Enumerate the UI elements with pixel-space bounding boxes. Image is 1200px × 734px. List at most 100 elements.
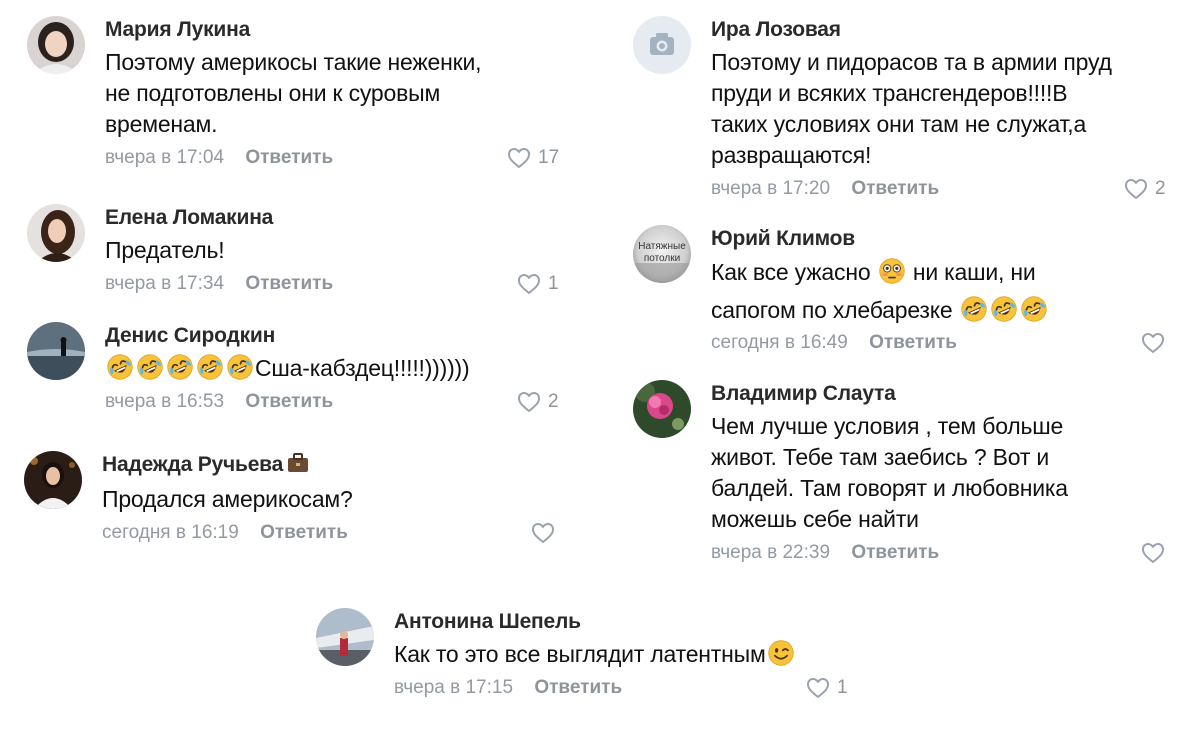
like-button[interactable] bbox=[531, 519, 555, 547]
comment-meta: вчера в 17:04 Ответить 17 bbox=[105, 144, 561, 172]
author-name[interactable]: Надежда Ручьева bbox=[102, 451, 558, 481]
timestamp: вчера в 16:53 bbox=[105, 391, 225, 412]
comment-text-line: пруди и всяких трансгендеров!!!!В bbox=[711, 80, 1068, 106]
comment-text-line: Поэтому америкосы такие неженки, bbox=[105, 49, 482, 75]
comment-meta: вчера в 17:34 Ответить 1 bbox=[105, 270, 561, 298]
comment-meta: вчера в 16:53 Ответить 2 bbox=[105, 388, 561, 416]
flushed-face-emoji-icon bbox=[878, 257, 906, 285]
like-count: 17 bbox=[538, 147, 560, 168]
user-photo-avatar-icon bbox=[316, 608, 374, 666]
like-count: 1 bbox=[548, 273, 559, 294]
comment-meta: сегодня в 16:49 Ответить bbox=[711, 329, 1171, 357]
user-photo-avatar-icon bbox=[27, 16, 85, 74]
reply-button[interactable]: Ответить bbox=[851, 539, 939, 567]
comment-text-line: Сша-кабздец!!!!!)))))) bbox=[255, 355, 470, 381]
timestamp: сегодня в 16:19 bbox=[102, 522, 239, 543]
comment-text-line: Как все ужасно ни каши, ни bbox=[711, 253, 1171, 291]
heart-icon bbox=[517, 273, 541, 295]
avatar-logo-text: Натяжные потолки bbox=[638, 241, 686, 264]
timestamp: вчера в 17:04 bbox=[105, 147, 225, 168]
briefcase-icon bbox=[287, 453, 309, 481]
flower-photo-avatar-icon bbox=[633, 380, 691, 438]
heart-icon bbox=[1141, 542, 1165, 564]
reply-button[interactable]: Ответить bbox=[245, 144, 333, 172]
comment-text: Продался америкосам? bbox=[102, 484, 558, 515]
author-name[interactable]: Мария Лукина bbox=[105, 16, 561, 44]
comment-text-line: таких условиях они там не служат,а bbox=[711, 111, 1087, 137]
avatar[interactable] bbox=[633, 380, 691, 438]
rolling-on-floor-laughing-emoji-icon bbox=[106, 353, 134, 381]
user-photo-avatar-icon bbox=[24, 451, 82, 509]
comment-text-line: развращаются! bbox=[711, 142, 872, 168]
timestamp: вчера в 17:34 bbox=[105, 273, 225, 294]
author-name[interactable]: Юрий Климов bbox=[711, 225, 1171, 253]
comment-text: Как то это все выглядит латентным bbox=[394, 639, 850, 670]
avatar[interactable] bbox=[27, 322, 85, 380]
comment-text: Предатель! bbox=[105, 235, 561, 266]
comment-text-line: балдей. Там говорят и любовника bbox=[711, 475, 1068, 501]
author-name[interactable]: Елена Ломакина bbox=[105, 204, 561, 232]
like-count: 2 bbox=[548, 391, 559, 412]
heart-icon bbox=[806, 677, 830, 699]
avatar[interactable] bbox=[24, 451, 82, 509]
timestamp: вчера в 22:39 bbox=[711, 542, 831, 563]
comment-text-line: временам. bbox=[105, 111, 218, 137]
author-name[interactable]: Денис Сиродкин bbox=[105, 322, 561, 350]
user-photo-avatar-icon bbox=[27, 322, 85, 380]
comment-meta: вчера в 17:20 Ответить 2 bbox=[711, 175, 1171, 203]
rolling-on-floor-laughing-emoji-icon bbox=[1020, 295, 1048, 323]
author-name[interactable]: Владимир Слаута bbox=[711, 380, 1171, 408]
comment-text: Как все ужасно ни каши, ни сапогом по хл… bbox=[711, 253, 1171, 329]
rolling-on-floor-laughing-emoji-icon bbox=[196, 353, 224, 381]
comment-text: Поэтому америкосы такие неженки, не подг… bbox=[105, 47, 561, 140]
heart-icon bbox=[517, 391, 541, 413]
like-button[interactable]: 1 bbox=[517, 270, 559, 298]
heart-icon bbox=[1124, 178, 1148, 200]
avatar[interactable] bbox=[316, 608, 374, 666]
like-button[interactable]: 2 bbox=[1124, 175, 1166, 203]
comment-text-line: Чем лучше условия , тем больше bbox=[711, 413, 1064, 439]
rolling-on-floor-laughing-emoji-icon bbox=[990, 295, 1018, 323]
author-name[interactable]: Антонина Шепель bbox=[394, 608, 850, 636]
timestamp: вчера в 17:15 bbox=[394, 677, 514, 698]
camera-placeholder-icon bbox=[633, 16, 691, 74]
reply-button[interactable]: Ответить bbox=[534, 674, 622, 702]
comment-meta: вчера в 22:39 Ответить bbox=[711, 539, 1171, 567]
timestamp: сегодня в 16:49 bbox=[711, 332, 848, 353]
reply-button[interactable]: Ответить bbox=[260, 519, 348, 547]
rolling-on-floor-laughing-emoji-icon bbox=[166, 353, 194, 381]
comment-text-fragment: Как все ужасно bbox=[711, 259, 871, 285]
like-button[interactable] bbox=[1141, 329, 1165, 357]
comment-text: Чем лучше условия , тем больше живот. Те… bbox=[711, 411, 1171, 535]
comment-text-fragment: сапогом по хлебарезке bbox=[711, 297, 953, 323]
comment-text-line: Поэтому и пидорасов та в армии пруд bbox=[711, 49, 1112, 75]
avatar[interactable] bbox=[27, 16, 85, 74]
comment-text-line: не подготовлены они к суровым bbox=[105, 80, 441, 106]
heart-icon bbox=[507, 147, 531, 169]
comment-text-line: живот. Тебе там заебись ? Вот и bbox=[711, 444, 1050, 470]
reply-button[interactable]: Ответить bbox=[245, 270, 333, 298]
comment-text-line: сапогом по хлебарезке bbox=[711, 291, 1171, 329]
like-button[interactable]: 17 bbox=[507, 144, 559, 172]
reply-button[interactable]: Ответить bbox=[245, 388, 333, 416]
comment-meta: вчера в 17:15 Ответить 1 bbox=[394, 674, 850, 702]
reply-button[interactable]: Ответить bbox=[869, 329, 957, 357]
author-name-text: Надежда Ручьева bbox=[102, 453, 284, 476]
comment-text: Сша-кабздец!!!!!)))))) bbox=[105, 353, 561, 384]
avatar[interactable]: Натяжные потолки bbox=[633, 225, 691, 283]
rolling-on-floor-laughing-emoji-icon bbox=[136, 353, 164, 381]
like-count: 2 bbox=[1155, 178, 1166, 199]
like-button[interactable]: 1 bbox=[806, 674, 848, 702]
winking-face-emoji-icon bbox=[767, 639, 795, 667]
author-name[interactable]: Ира Лозовая bbox=[711, 16, 1171, 44]
comment-text-line: Предатель! bbox=[105, 237, 225, 263]
like-button[interactable]: 2 bbox=[517, 388, 559, 416]
timestamp: вчера в 17:20 bbox=[711, 178, 831, 199]
avatar[interactable] bbox=[633, 16, 691, 74]
comment-text: Поэтому и пидорасов та в армии пруд пруд… bbox=[711, 47, 1171, 171]
comment-text-line: Продался америкосам? bbox=[102, 486, 353, 512]
comment-meta: сегодня в 16:19 Ответить bbox=[102, 519, 558, 547]
like-button[interactable] bbox=[1141, 539, 1165, 567]
avatar[interactable] bbox=[27, 204, 85, 262]
reply-button[interactable]: Ответить bbox=[851, 175, 939, 203]
